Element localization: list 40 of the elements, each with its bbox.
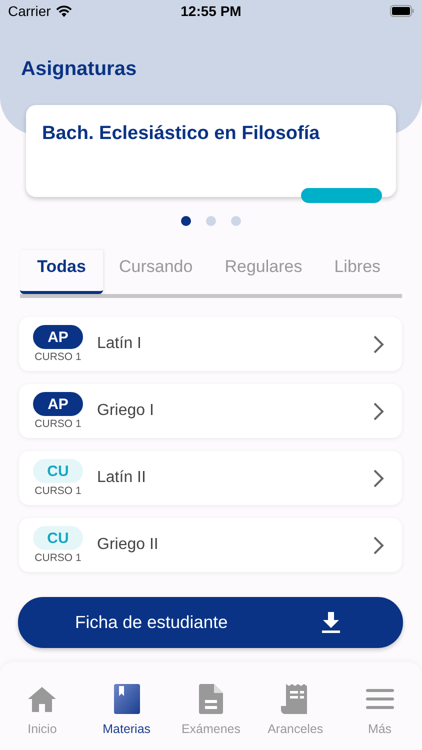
status-badge: CU [33,526,83,550]
subject-item[interactable]: CU CURSO 1 Griego II [19,518,402,572]
document-icon [198,684,223,714]
receipt-icon [281,684,310,714]
battery-icon [390,5,414,17]
course-label: CURSO 1 [34,552,82,564]
status-badge: AP [33,325,83,349]
page-indicator-dot[interactable] [181,216,191,226]
subject-item[interactable]: CU CURSO 1 Latín II [19,451,402,505]
page-title: Asignaturas [21,58,138,81]
nav-tab[interactable]: Materias [86,662,167,750]
chevron-right-icon [373,402,384,420]
book-icon [114,684,140,714]
status-badge: CU [33,459,83,483]
subject-name: Griego II [97,536,160,554]
clock-time: 12:55 PM [180,3,242,19]
subject-name: Latín II [97,469,147,487]
course-label: CURSO 1 [34,351,82,363]
download-button[interactable]: Ficha de estudiante [18,597,403,648]
subject-item[interactable]: AP CURSO 1 Griego I [19,384,402,438]
wifi-icon [56,5,72,17]
menu-icon [366,688,394,710]
course-label: CURSO 1 [34,418,82,430]
subject-name: Griego I [97,402,155,420]
status-badge: AP [33,392,83,416]
page-indicator-dot[interactable] [206,216,216,226]
download-icon [321,612,341,633]
home-icon [27,686,58,712]
course-label: CURSO 1 [34,485,82,497]
chevron-right-icon [373,536,384,554]
program-name: Bach. Eclesiástico en Filosofía [42,123,321,145]
subject-item[interactable]: AP CURSO 1 Latín I [19,317,402,371]
page-indicator-dot[interactable] [231,216,241,226]
subject-name: Latín I [97,335,142,353]
program-card[interactable]: Bach. Eclesiástico en Filosofía [26,105,396,197]
carrier-label: Carrier [8,3,51,19]
filter-tab[interactable]: Todas [20,250,103,294]
download-label: Ficha de estudiante [75,612,228,633]
chevron-right-icon [373,468,384,488]
chevron-right-icon [373,334,384,354]
